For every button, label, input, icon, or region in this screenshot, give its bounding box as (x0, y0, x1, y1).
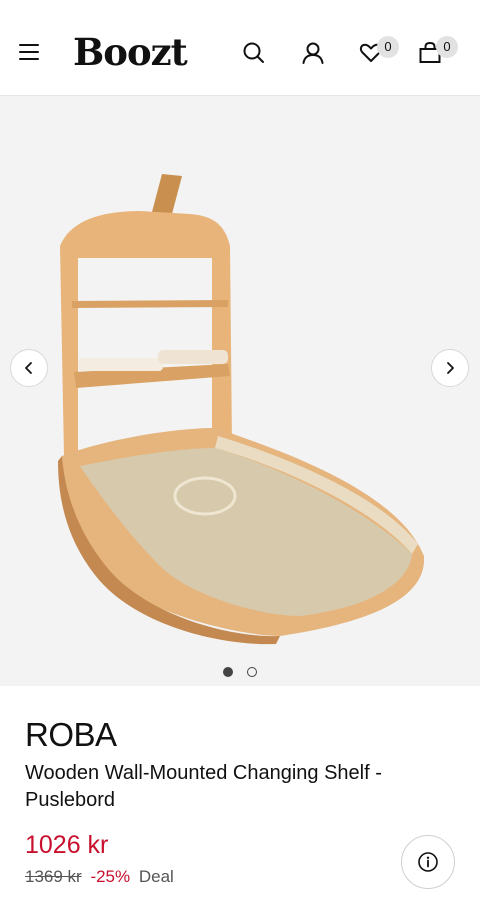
cart-count-badge: 0 (436, 36, 458, 58)
discount-percent: -25% (90, 867, 131, 886)
pagination-dot-1[interactable] (222, 667, 233, 677)
product-image[interactable] (40, 166, 440, 656)
chevron-left-icon (25, 362, 32, 374)
pagination-dot-2[interactable] (247, 667, 258, 677)
product-title: Wooden Wall-Mounted Changing Shelf - Pus… (25, 762, 382, 811)
original-price: 1369 kr (25, 867, 82, 886)
previous-image-button[interactable] (10, 349, 48, 387)
info-icon (418, 852, 438, 872)
gallery-pagination (0, 664, 480, 682)
next-image-button[interactable] (431, 349, 469, 387)
site-header: Boozt 0 0 (0, 0, 480, 96)
logo[interactable]: Boozt (73, 30, 188, 74)
wishlist-count-badge: 0 (377, 36, 399, 58)
search-icon[interactable] (241, 40, 267, 66)
chevron-right-icon (447, 362, 454, 374)
product-brand[interactable]: ROBA (25, 716, 117, 754)
price-info-button[interactable] (401, 835, 455, 889)
price-details: 1369 kr -25% Deal (25, 867, 174, 887)
product-gallery[interactable] (0, 96, 480, 686)
menu-icon[interactable] (19, 44, 39, 60)
user-icon[interactable] (300, 40, 326, 66)
deal-label: Deal (138, 867, 174, 886)
current-price: 1026 kr (25, 831, 109, 859)
